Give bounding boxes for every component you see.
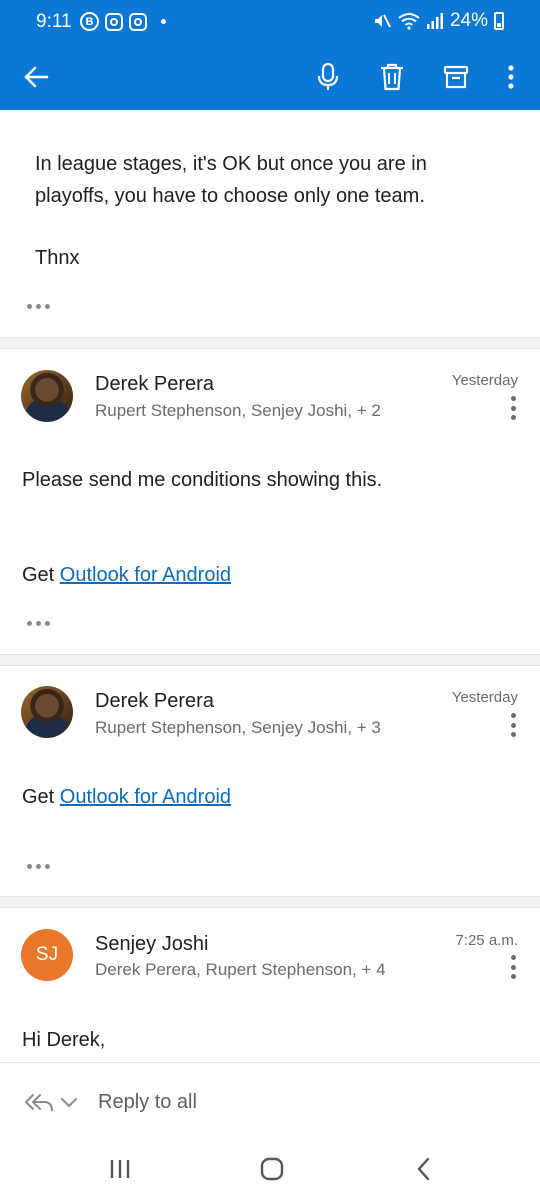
message-date: Yesterday — [451, 689, 518, 706]
message-more-button[interactable] — [503, 708, 523, 742]
sender-name[interactable]: Derek Perera — [95, 373, 214, 396]
message-divider — [0, 654, 540, 666]
avatar[interactable] — [21, 370, 73, 422]
notification-icons: B — [80, 12, 166, 31]
reply-all-icon — [25, 1094, 53, 1112]
show-quoted-button[interactable] — [27, 864, 50, 869]
chevron-down-icon — [61, 1098, 77, 1107]
archive-icon — [443, 65, 469, 89]
signature: Get Outlook for Android — [22, 559, 231, 591]
recents-icon — [110, 1160, 130, 1178]
message-body: Hi Derek, — [22, 1029, 106, 1051]
reply-to-all-field[interactable]: Reply to all — [98, 1091, 197, 1114]
signature-prefix: Get — [22, 564, 60, 586]
show-quoted-button[interactable] — [27, 621, 50, 626]
recipients[interactable]: Rupert Stephenson, Senjey Joshi, + 2 — [95, 401, 381, 421]
message-more-button[interactable] — [503, 391, 523, 425]
mute-icon — [374, 14, 391, 28]
home-button[interactable] — [252, 1154, 292, 1184]
home-icon — [260, 1157, 284, 1181]
back-nav-button[interactable] — [404, 1154, 444, 1184]
recipients[interactable]: Rupert Stephenson, Senjey Joshi, + 3 — [95, 718, 381, 738]
archive-button[interactable] — [436, 57, 476, 97]
message-body: In league stages, it's OK but once you a… — [35, 153, 427, 207]
back-icon — [24, 66, 49, 88]
message-divider — [0, 896, 540, 908]
reply-bar: Reply to all — [0, 1062, 540, 1142]
toolbar — [0, 44, 540, 110]
chevron-left-icon — [417, 1157, 430, 1181]
reply-type-button[interactable] — [24, 1087, 84, 1119]
battery-icon — [494, 12, 504, 30]
sender-name[interactable]: Senjey Joshi — [95, 933, 208, 956]
message-more-button[interactable] — [503, 950, 523, 984]
avatar[interactable] — [21, 686, 73, 738]
battery-percent: 24% — [449, 10, 488, 31]
more-options-button[interactable] — [491, 57, 531, 97]
show-quoted-button[interactable] — [27, 304, 50, 309]
instagram-icon — [105, 12, 123, 31]
recipients[interactable]: Derek Perera, Rupert Stephenson, + 4 — [95, 960, 386, 980]
delete-button[interactable] — [372, 57, 412, 97]
message-divider — [0, 337, 540, 349]
message-body: Please send me conditions showing this. — [22, 469, 383, 491]
status-bar: 9:11 B 24% — [0, 0, 540, 44]
delete-icon — [381, 63, 403, 91]
back-button[interactable] — [16, 57, 56, 97]
status-time: 9:11 — [36, 11, 72, 32]
dot-icon — [161, 19, 166, 24]
more-icon — [508, 65, 514, 89]
system-status: 24% — [372, 10, 504, 32]
signature: Get Outlook for Android — [22, 781, 231, 813]
avatar-initials: SJ — [35, 944, 59, 965]
microphone-icon — [317, 62, 339, 90]
message-date: Yesterday — [451, 372, 518, 389]
recents-button[interactable] — [100, 1154, 140, 1184]
sender-name[interactable]: Derek Perera — [95, 690, 214, 713]
wifi-icon — [398, 13, 420, 30]
message-date: 7:25 a.m. — [455, 932, 518, 949]
dictate-button[interactable] — [308, 57, 348, 97]
outlook-android-link[interactable]: Outlook for Android — [60, 564, 231, 586]
message-body: Thnx — [35, 247, 80, 269]
system-nav-bar — [0, 1142, 540, 1200]
signal-icon — [426, 13, 443, 29]
avatar[interactable]: SJ — [21, 929, 73, 981]
instagram-icon — [129, 12, 147, 31]
outlook-android-link[interactable]: Outlook for Android — [60, 786, 231, 808]
b-circle-icon: B — [80, 12, 99, 31]
signature-prefix: Get — [22, 786, 60, 808]
